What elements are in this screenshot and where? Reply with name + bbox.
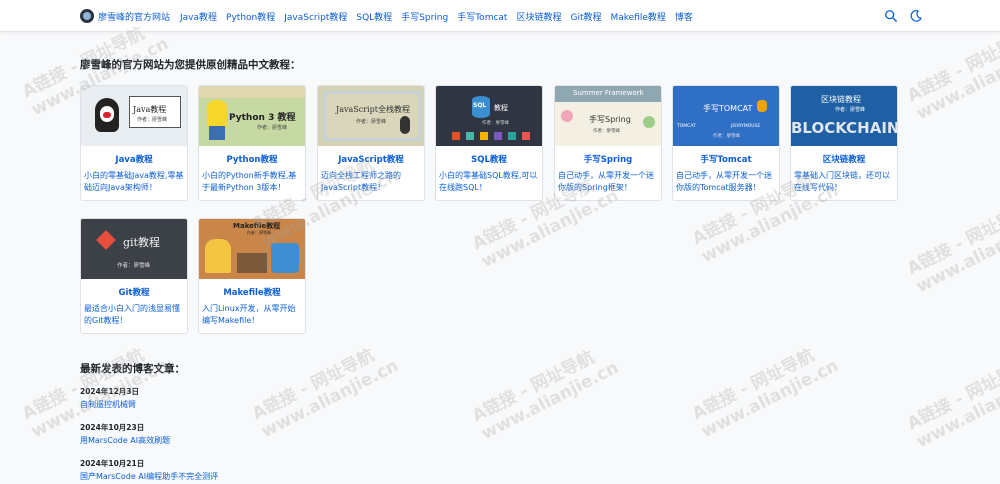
card-javascript[interactable]: JavaScript全栈教程 作者：廖雪峰 JavaScript教程 迈向全栈工…	[317, 85, 425, 201]
tomcat-cover-image: 手写TOMCAT TOMCAT JERRYMOUSE 作者：廖雪峰	[673, 86, 779, 146]
dark-mode-moon-icon[interactable]	[909, 9, 923, 23]
watermark: A链接 - 网址导航 www.alianjie.cn	[689, 345, 842, 443]
nav-brand[interactable]: 廖雪峰的官方网站	[98, 10, 170, 23]
nav-link-python[interactable]: Python教程	[226, 10, 275, 23]
post-link[interactable]: 用MarsCode AI高效刷题	[80, 435, 170, 446]
card-git[interactable]: git教程 作者：廖雪峰 Git教程 最适合小白入门的浅显易懂的Git教程！	[80, 218, 188, 334]
blockchain-cover-image: 区块链教程 作者：廖雪峰 BLOCKCHAIN	[791, 86, 897, 146]
card-description: 自己动手，从零开发一个迷你版的Spring框架！	[558, 171, 654, 192]
nav-link-blockchain[interactable]: 区块链教程	[516, 10, 561, 23]
spring-cover-image: Summer Framework 手写Spring 作者：廖雪峰	[555, 86, 661, 146]
post-date: 2024年12月3日	[80, 387, 140, 396]
watermark: A链接 - 网址导航 www.alianjie.cn	[904, 200, 1000, 298]
card-description: 零基础入门区块链，还可以在线写代码！	[794, 171, 890, 192]
python-cover-image: Python 3 教程 作者：廖雪峰	[199, 86, 305, 146]
nav-link-javascript[interactable]: JavaScript教程	[284, 10, 347, 23]
card-makefile[interactable]: Makefile教程 作者：廖雪峰 Makefile教程 入门Linux开发，从…	[198, 218, 306, 334]
watermark: A链接 - 网址导航 www.alianjie.cn	[469, 347, 622, 445]
nav-link-blog[interactable]: 博客	[675, 10, 693, 23]
blog-heading: 最新发表的博客文章：	[80, 363, 185, 375]
watermark: A链接 - 网址导航 www.alianjie.cn	[904, 27, 1000, 125]
java-cover-image: Java教程 作者：廖雪峰	[81, 86, 187, 146]
card-title[interactable]: JavaScript教程	[318, 153, 424, 165]
search-icon[interactable]	[884, 9, 898, 23]
card-description: 入门Linux开发，从零开始编写Makefile！	[202, 304, 296, 325]
card-description: 小白的Python新手教程,基于最新Python 3版本！	[202, 171, 297, 192]
card-python[interactable]: Python 3 教程 作者：廖雪峰 Python教程 小白的Python新手教…	[198, 85, 306, 201]
sql-cover-image: SQL 教程 作者：廖雪峰	[436, 86, 542, 146]
post-link[interactable]: 国产MarsCode AI编程助手不完全测评	[80, 471, 218, 482]
nav-links: 廖雪峰的官方网站 Java教程 Python教程 JavaScript教程 SQ…	[80, 0, 702, 32]
card-title[interactable]: Makefile教程	[199, 286, 305, 298]
card-title[interactable]: Python教程	[199, 153, 305, 165]
card-blockchain[interactable]: 区块链教程 作者：廖雪峰 BLOCKCHAIN 区块链教程 零基础入门区块链，还…	[790, 85, 898, 201]
card-description: 迈向全栈工程师之路的JavaScript教程！	[321, 171, 401, 192]
top-navbar: 廖雪峰的官方网站 Java教程 Python教程 JavaScript教程 SQ…	[0, 0, 1000, 32]
card-description: 小白的零基础Java教程,零基础迈向Java架构师！	[84, 171, 184, 192]
nav-icon-group	[884, 9, 923, 23]
card-title[interactable]: SQL教程	[436, 153, 542, 165]
card-java[interactable]: Java教程 作者：廖雪峰 Java教程 小白的零基础Java教程,零基础迈向J…	[80, 85, 188, 201]
card-sql[interactable]: SQL 教程 作者：廖雪峰 SQL教程 小白的零基础SQL教程,可以在线跑SQL…	[435, 85, 543, 201]
javascript-cover-image: JavaScript全栈教程 作者：廖雪峰	[318, 86, 424, 146]
card-description: 小白的零基础SQL教程,可以在线跑SQL！	[439, 171, 538, 192]
card-title[interactable]: Git教程	[81, 286, 187, 298]
card-tomcat[interactable]: 手写TOMCAT TOMCAT JERRYMOUSE 作者：廖雪峰 手写Tomc…	[672, 85, 780, 201]
card-title[interactable]: 手写Tomcat	[673, 153, 779, 165]
card-title[interactable]: 手写Spring	[555, 153, 661, 165]
nav-link-sql[interactable]: SQL教程	[356, 10, 392, 23]
tutorials-heading: 廖雪峰的官方网站为您提供原创精品中文教程：	[80, 59, 301, 71]
post-link[interactable]: 自制遥控机械臂	[80, 399, 136, 410]
site-logo-icon[interactable]	[80, 9, 94, 23]
card-spring[interactable]: Summer Framework 手写Spring 作者：廖雪峰 手写Sprin…	[554, 85, 662, 201]
watermark: A链接 - 网址导航 www.alianjie.cn	[249, 345, 402, 443]
card-description: 自己动手，从零开发一个迷你版的Tomcat服务器！	[676, 171, 772, 192]
post-date: 2024年10月21日	[80, 459, 145, 468]
watermark: A链接 - 网址导航 www.alianjie.cn	[904, 355, 1000, 453]
makefile-cover-image: Makefile教程 作者：廖雪峰	[199, 219, 305, 279]
nav-link-git[interactable]: Git教程	[570, 10, 601, 23]
nav-link-tomcat[interactable]: 手写Tomcat	[457, 10, 507, 23]
card-description: 最适合小白入门的浅显易懂的Git教程！	[84, 304, 180, 325]
card-title[interactable]: Java教程	[81, 153, 187, 165]
nav-link-makefile[interactable]: Makefile教程	[610, 10, 665, 23]
post-date: 2024年10月23日	[80, 423, 145, 432]
card-title[interactable]: 区块链教程	[791, 153, 897, 165]
git-cover-image: git教程 作者：廖雪峰	[81, 219, 187, 279]
nav-link-spring[interactable]: 手写Spring	[401, 10, 448, 23]
nav-link-java[interactable]: Java教程	[180, 10, 217, 23]
